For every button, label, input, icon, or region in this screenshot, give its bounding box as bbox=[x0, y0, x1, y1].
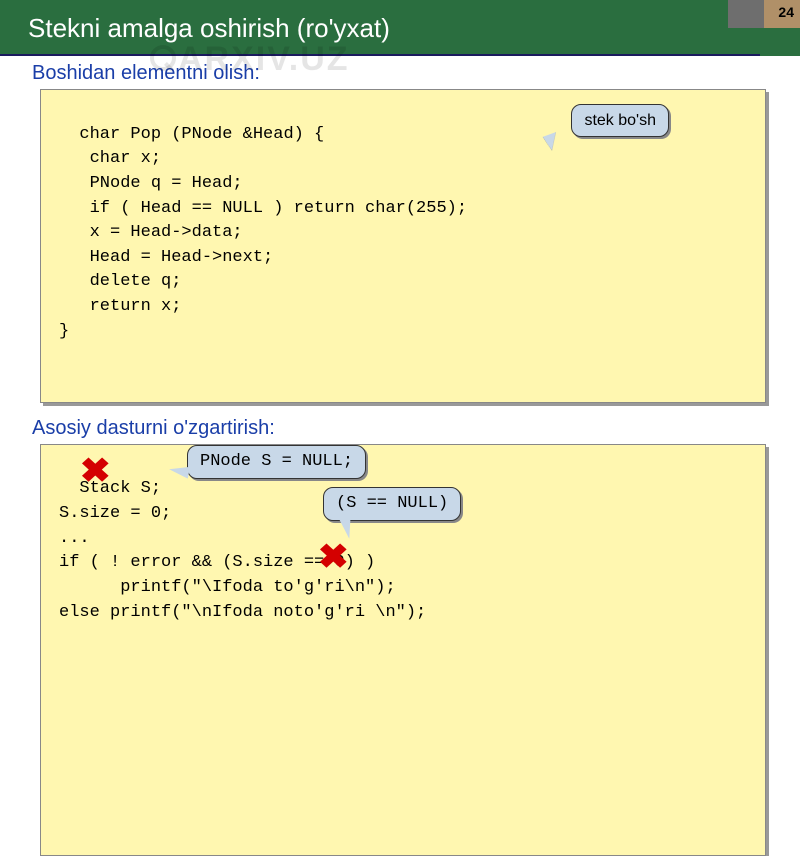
callout-replacement-decl: PNode S = NULL; bbox=[187, 445, 366, 480]
slide-title: Stekni amalga oshirish (ro'yxat) bbox=[0, 13, 390, 44]
header-decor-gray bbox=[728, 0, 764, 28]
cross-out-icon: ✖ bbox=[80, 457, 111, 491]
section2-heading: Asosiy dasturni o'zgartirish: bbox=[0, 411, 800, 444]
title-underline bbox=[0, 54, 760, 56]
section1-heading: Boshidan elementni olish: bbox=[0, 56, 800, 89]
code-text: char Pop (PNode &Head) { char x; PNode q… bbox=[59, 125, 467, 341]
callout-stack-empty: stek bo'sh bbox=[571, 104, 669, 137]
callout-tail-icon bbox=[168, 463, 190, 478]
cross-out-icon: ✖ bbox=[318, 543, 349, 577]
page-number: 24 bbox=[778, 4, 794, 20]
slide-header: Stekni amalga oshirish (ro'yxat) 24 bbox=[0, 0, 800, 56]
code-block-main: Stack S; S.size = 0; ... if ( ! error &&… bbox=[40, 444, 766, 856]
callout-replacement-cond: (S == NULL) bbox=[323, 487, 461, 522]
callout-tail-icon bbox=[543, 132, 562, 152]
header-decor-tan: 24 bbox=[764, 0, 800, 28]
code-block-pop: char Pop (PNode &Head) { char x; PNode q… bbox=[40, 89, 766, 403]
